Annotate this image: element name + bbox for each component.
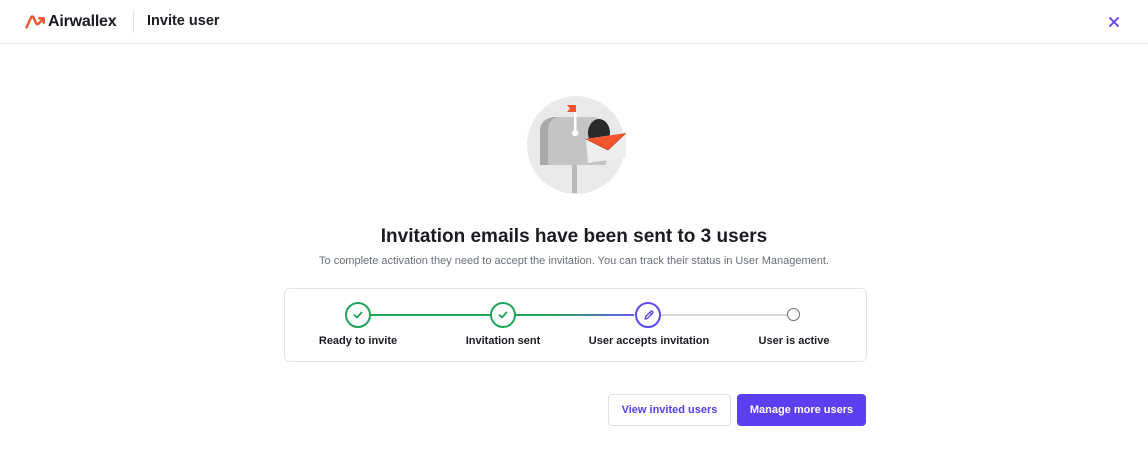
confirmation-subtext: To complete activation they need to acce… <box>319 255 829 267</box>
airwallex-logo[interactable]: Airwallex <box>25 12 117 32</box>
close-icon <box>1109 17 1119 27</box>
step-ready-check-icon <box>345 302 371 328</box>
brand-name: Airwallex <box>48 13 117 30</box>
pencil-icon <box>643 309 654 320</box>
step-active-circle-icon <box>787 308 800 321</box>
progress-line-pending <box>649 314 794 316</box>
mailbox-illustration <box>526 95 627 195</box>
header-divider <box>133 11 134 33</box>
view-invited-users-button[interactable]: View invited users <box>608 394 731 426</box>
step-label-active: User is active <box>758 335 830 347</box>
step-accept-pencil-icon <box>635 302 661 328</box>
step-sent-check-icon <box>490 302 516 328</box>
step-label-accept: User accepts invitation <box>588 335 710 347</box>
step-label-sent: Invitation sent <box>465 335 541 347</box>
page-title: Invite user <box>147 13 220 29</box>
airwallex-logo-icon <box>25 15 45 29</box>
top-bar: Airwallex Invite user <box>0 0 1148 44</box>
check-icon <box>353 311 363 319</box>
step-label-ready: Ready to invite <box>318 335 398 347</box>
close-button[interactable] <box>1104 12 1124 32</box>
progress-line-transition <box>503 314 634 316</box>
confirmation-headline: Invitation emails have been sent to 3 us… <box>380 226 768 247</box>
check-icon <box>498 311 508 319</box>
invitation-progress-stepper: Ready to invite Invitation sent User acc… <box>284 288 867 362</box>
manage-more-users-button[interactable]: Manage more users <box>737 394 866 426</box>
